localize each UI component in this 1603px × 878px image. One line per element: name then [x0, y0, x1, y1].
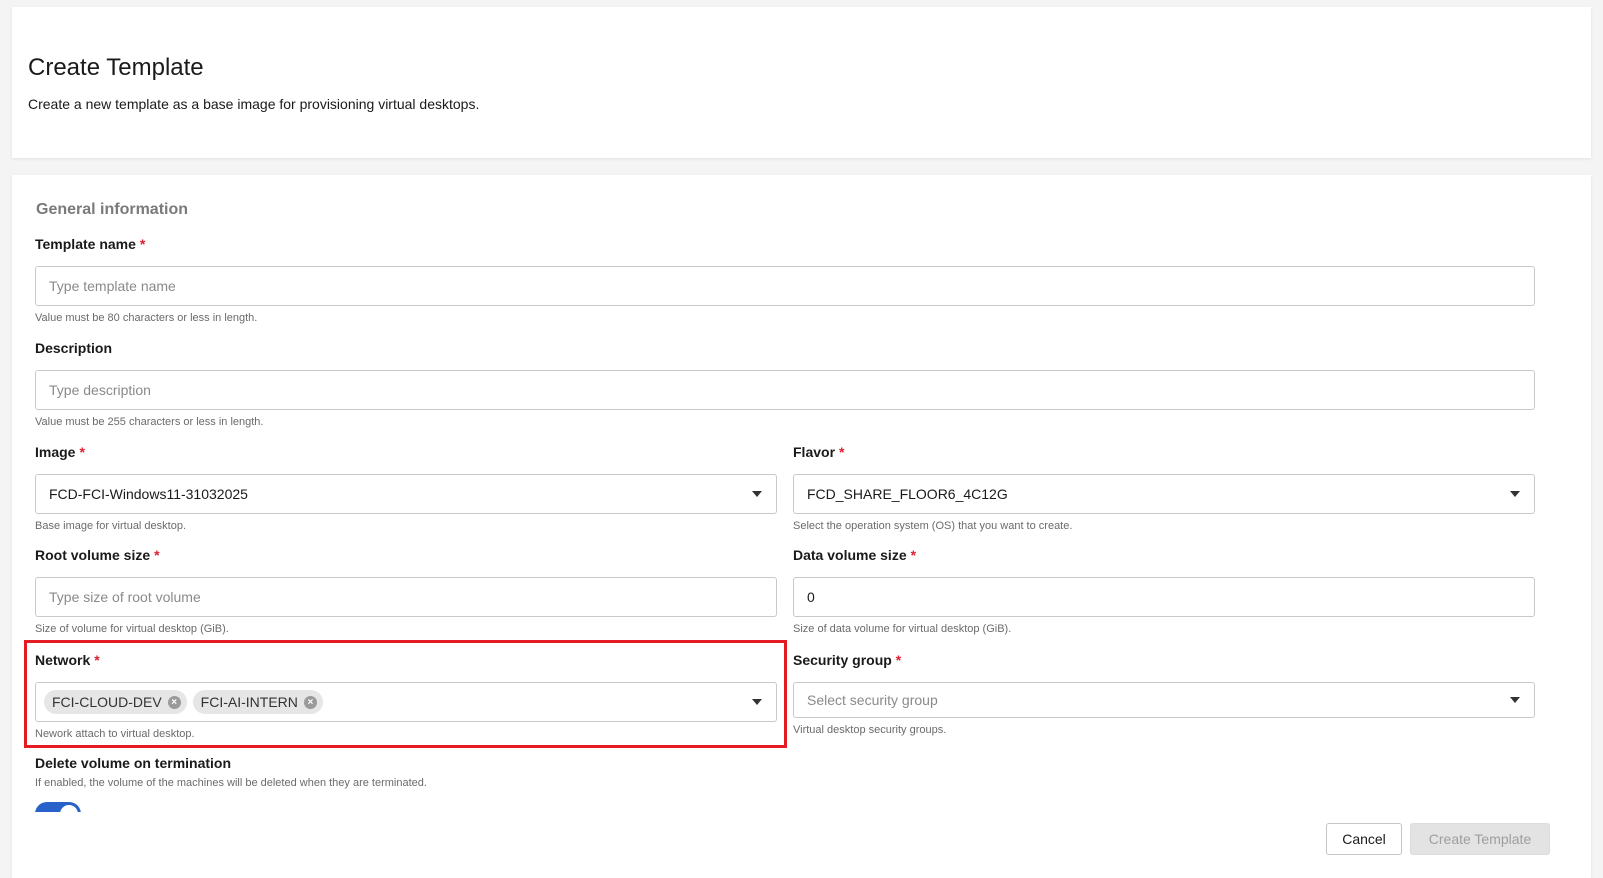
close-icon[interactable]: ×: [167, 695, 181, 709]
description-label: Description: [35, 340, 113, 356]
flavor-field: Flavor * FCD_SHARE_FLOOR6_4C12G Select th…: [793, 442, 1535, 533]
network-tags: FCI-CLOUD-DEV × FCI-AI-INTERN ×: [44, 690, 323, 714]
network-tag-label: FCI-AI-INTERN: [200, 694, 298, 710]
root-volume-hint: Size of volume for virtual desktop (GiB)…: [35, 623, 229, 635]
network-label: Network *: [35, 652, 100, 668]
cancel-button[interactable]: Cancel: [1326, 823, 1402, 855]
page-title: Create Template: [28, 54, 204, 81]
network-tag-label: FCI-CLOUD-DEV: [52, 694, 162, 710]
network-hint: Nework attach to virtual desktop.: [35, 728, 195, 740]
data-volume-input[interactable]: 0: [793, 577, 1535, 617]
network-multiselect[interactable]: FCI-CLOUD-DEV × FCI-AI-INTERN ×: [35, 682, 777, 722]
chevron-down-icon[interactable]: [1510, 697, 1520, 703]
security-group-placeholder: Select security group: [807, 692, 938, 708]
image-field: Image * FCD-FCI-Windows11-31032025 Base i…: [35, 442, 777, 533]
image-label: Image *: [35, 444, 85, 460]
root-volume-label: Root volume size *: [35, 547, 160, 563]
required-mark: *: [154, 547, 160, 563]
page-header: Create Template Create a new template as…: [12, 7, 1591, 158]
data-volume-label: Data volume size *: [793, 547, 917, 563]
required-mark: *: [910, 547, 917, 563]
flavor-hint: Select the operation system (OS) that yo…: [793, 520, 1073, 532]
chevron-down-icon[interactable]: [752, 491, 762, 497]
template-name-label: Template name *: [35, 236, 146, 252]
data-volume-field: Data volume size * 0 Size of data volume …: [793, 545, 1535, 636]
security-group-field: Security group * Select security group Vi…: [793, 650, 1535, 737]
image-select[interactable]: FCD-FCI-Windows11-31032025: [35, 474, 777, 514]
section-title: General information: [36, 201, 189, 218]
root-volume-field: Root volume size * Type size of root volu…: [35, 545, 777, 636]
root-volume-input[interactable]: Type size of root volume: [35, 577, 777, 617]
required-mark: *: [94, 652, 100, 668]
data-volume-hint: Size of data volume for virtual desktop …: [793, 623, 1012, 635]
required-mark: *: [139, 236, 146, 252]
required-mark: *: [79, 444, 85, 460]
delete-volume-label: Delete volume on termination: [35, 755, 232, 771]
required-mark: *: [895, 652, 902, 668]
network-tag: FCI-AI-INTERN ×: [192, 690, 323, 714]
create-template-button[interactable]: Create Template: [1410, 823, 1550, 855]
image-hint: Base image for virtual desktop.: [35, 520, 187, 532]
template-name-input[interactable]: Type template name: [35, 266, 1535, 306]
close-icon[interactable]: ×: [303, 695, 317, 709]
flavor-select[interactable]: FCD_SHARE_FLOOR6_4C12G: [793, 474, 1535, 514]
network-field: Network * FCI-CLOUD-DEV × FCI-AI-INTERN ×…: [35, 650, 777, 741]
required-mark: *: [839, 444, 845, 460]
security-group-hint: Virtual desktop security groups.: [793, 724, 947, 736]
security-group-label: Security group *: [793, 652, 902, 668]
page-subtitle: Create a new template as a base image fo…: [28, 96, 480, 112]
description-field: Description Type description Value must …: [35, 338, 1535, 429]
network-tag: FCI-CLOUD-DEV ×: [44, 690, 187, 714]
delete-volume-hint: If enabled, the volume of the machines w…: [35, 777, 427, 789]
chevron-down-icon[interactable]: [1510, 491, 1520, 497]
description-hint: Value must be 255 characters or less in …: [35, 416, 264, 428]
delete-volume-field: Delete volume on termination If enabled,…: [35, 753, 1535, 790]
flavor-select-value: FCD_SHARE_FLOOR6_4C12G: [807, 486, 1008, 502]
chevron-down-icon[interactable]: [752, 699, 762, 705]
form-card: General information Template name * Type …: [12, 175, 1591, 878]
template-name-hint: Value must be 80 characters or less in l…: [35, 312, 258, 324]
image-select-value: FCD-FCI-Windows11-31032025: [49, 486, 248, 502]
flavor-label: Flavor *: [793, 444, 845, 460]
template-name-field: Template name * Type template name Value …: [35, 234, 1535, 325]
security-group-select[interactable]: Select security group: [793, 682, 1535, 718]
description-input[interactable]: Type description: [35, 370, 1535, 410]
